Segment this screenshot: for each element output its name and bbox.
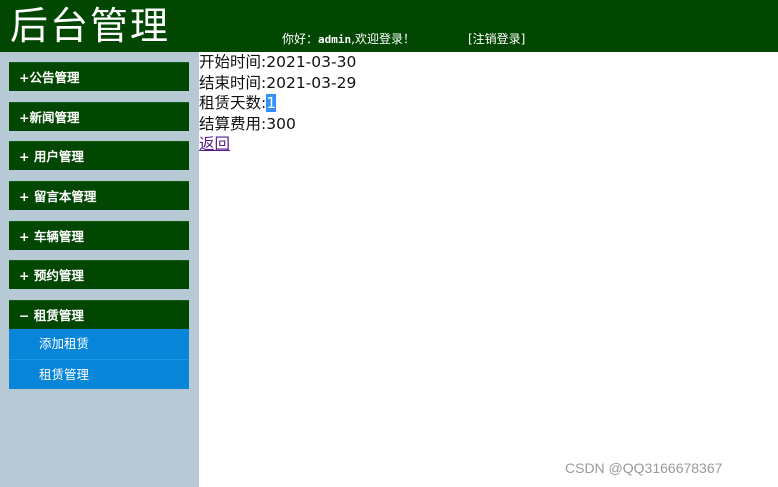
sidebar-item-announcements[interactable]: +公告管理: [9, 62, 189, 91]
sidebar-item-news[interactable]: +新闻管理: [9, 101, 189, 131]
back-row: 返回: [199, 134, 778, 155]
watermark: CSDN @QQ3166678367: [565, 460, 723, 476]
welcome-message: 你好：admin,欢迎登录！: [282, 31, 415, 48]
app-title: 后台管理: [10, 4, 171, 48]
end-time-label: 结束时间:: [199, 73, 267, 92]
start-time-row: 开始时间:2021-03-30: [199, 52, 778, 73]
sidebar-item-vehicles[interactable]: + 车辆管理: [9, 220, 189, 250]
fee-label: 结算费用:: [199, 114, 267, 133]
back-link[interactable]: 返回: [199, 135, 230, 153]
submenu-item-manage-rentals[interactable]: 租赁管理: [9, 359, 189, 389]
sidebar-item-users[interactable]: + 用户管理: [9, 141, 189, 171]
end-time-row: 结束时间:2021-03-29: [199, 73, 778, 94]
sidebar-item-rentals[interactable]: − 租赁管理: [9, 300, 189, 330]
sidebar: +公告管理 +新闻管理 + 用户管理 + 留言本管理 + 车辆管理 + 预约管理…: [0, 52, 199, 487]
end-time-value: 2021-03-29: [266, 73, 357, 92]
start-time-label: 开始时间:: [199, 53, 267, 71]
rental-detail: 开始时间:2021-03-30 结束时间:2021-03-29 租赁天数:1 结…: [199, 52, 778, 487]
rentals-submenu: 添加租赁 租赁管理: [9, 329, 189, 390]
fee-value: 300: [266, 114, 296, 133]
sidebar-menu: +公告管理 +新闻管理 + 用户管理 + 留言本管理 + 车辆管理 + 预约管理…: [9, 62, 189, 390]
rental-days-value: 1: [266, 94, 277, 112]
start-time-value: 2021-03-30: [266, 53, 357, 71]
fee-row: 结算费用:300: [199, 114, 778, 135]
logout-link[interactable]: [注销登录]: [468, 31, 525, 47]
sidebar-item-guestbook[interactable]: + 留言本管理: [9, 181, 189, 211]
rental-days-row: 租赁天数:1: [199, 93, 778, 114]
username: admin: [318, 33, 352, 46]
rental-days-label: 租赁天数:: [199, 94, 267, 112]
header-bar: 后台管理 你好：admin,欢迎登录！ [注销登录]: [0, 0, 778, 52]
welcome-prefix: 你好：: [282, 32, 319, 46]
submenu-item-add-rental[interactable]: 添加租赁: [9, 329, 189, 359]
welcome-suffix: ,欢迎登录！: [351, 32, 415, 46]
sidebar-item-reservations[interactable]: + 预约管理: [9, 260, 189, 290]
